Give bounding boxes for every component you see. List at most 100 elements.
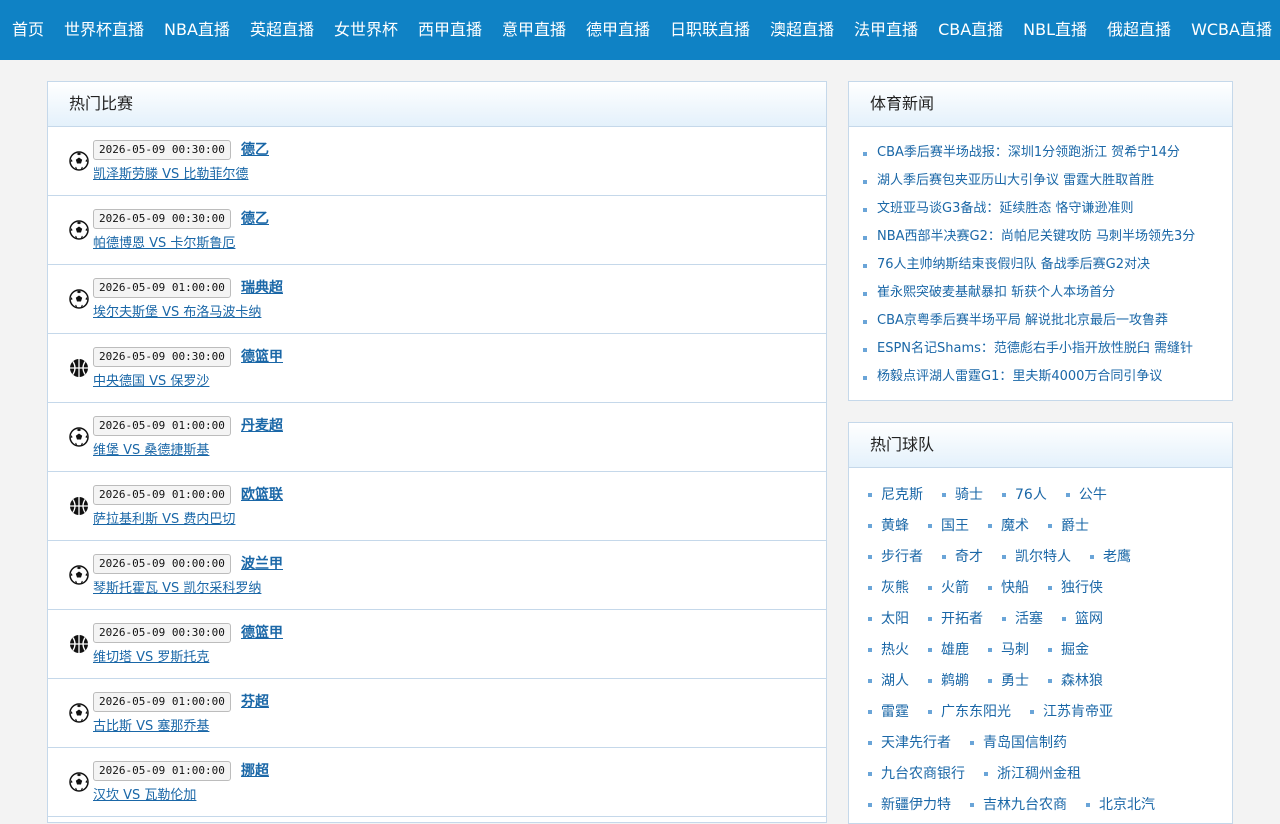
bullet-icon xyxy=(928,648,932,652)
news-link[interactable]: NBA西部半决赛G2：尚帕尼关键攻防 马刺半场领先3分 xyxy=(877,229,1195,244)
team-link[interactable]: 老鹰 xyxy=(1090,542,1131,573)
match-teams-link[interactable]: 古比斯 VS 塞那乔基 xyxy=(93,715,209,734)
league-link[interactable]: 德乙 xyxy=(241,139,269,159)
team-link[interactable]: 公牛 xyxy=(1065,480,1107,511)
team-name: 马刺 xyxy=(1001,642,1029,658)
team-link[interactable]: 活塞 xyxy=(1002,604,1043,635)
team-link[interactable]: 黄蜂 xyxy=(868,511,909,542)
match-teams-link[interactable]: 萨拉基利斯 VS 费内巴切 xyxy=(93,508,235,527)
league-link[interactable]: 欧篮联 xyxy=(241,484,283,504)
nav-link[interactable]: 澳超直播 xyxy=(770,0,834,60)
team-link[interactable]: 马刺 xyxy=(988,635,1029,666)
bullet-icon xyxy=(1048,648,1052,652)
team-link[interactable]: 雷霆 xyxy=(868,697,909,728)
match-time: 2026-05-09 01:00:00 xyxy=(93,761,231,781)
league-link[interactable]: 瑞典超 xyxy=(241,277,283,297)
match-teams-link[interactable]: 帕德博恩 VS 卡尔斯鲁厄 xyxy=(93,232,235,251)
team-link[interactable]: 太阳 xyxy=(868,604,909,635)
team-link[interactable]: 森林狼 xyxy=(1048,666,1103,697)
team-link[interactable]: 奇才 xyxy=(942,542,983,573)
team-link[interactable]: 步行者 xyxy=(868,542,923,573)
team-link[interactable]: 爵士 xyxy=(1048,511,1089,542)
nav-link[interactable]: 首页 xyxy=(12,0,44,60)
team-name: 新疆伊力特 xyxy=(881,797,951,813)
team-link[interactable]: 快船 xyxy=(988,573,1029,604)
nav-link[interactable]: 法甲直播 xyxy=(854,0,918,60)
nav-link[interactable]: 女世界杯 xyxy=(334,0,398,60)
match-teams-link[interactable]: 维堡 VS 桑德捷斯基 xyxy=(93,439,209,458)
match-teams-link[interactable]: 汉坎 VS 瓦勒伦加 xyxy=(93,784,196,803)
league-link[interactable]: 波兰甲 xyxy=(241,553,283,573)
team-link[interactable]: 凯尔特人 xyxy=(1002,542,1071,573)
league-link[interactable]: 丹麦超 xyxy=(241,415,283,435)
team-name: 快船 xyxy=(1001,580,1029,596)
team-name: 灰熊 xyxy=(881,580,909,596)
news-link[interactable]: 湖人季后赛包夹亚历山大引争议 雷霆大胜取首胜 xyxy=(877,173,1154,188)
news-item: 文班亚马谈G3备战：延续胜态 恪守谦逊准则 xyxy=(849,195,1232,223)
team-link[interactable]: 雄鹿 xyxy=(928,635,969,666)
team-name: 九台农商银行 xyxy=(881,766,965,782)
soccer-ball-icon xyxy=(69,703,89,723)
news-link[interactable]: 76人主帅纳斯结束丧假归队 备战季后赛G2对决 xyxy=(877,257,1150,272)
bullet-icon xyxy=(863,208,867,212)
team-link[interactable]: 九台农商银行 xyxy=(868,759,965,790)
team-name: 浙江稠州金租 xyxy=(997,766,1081,782)
nav-link[interactable]: 俄超直播 xyxy=(1107,0,1171,60)
bullet-icon xyxy=(988,679,992,683)
nav-link[interactable]: NBA直播 xyxy=(164,0,230,60)
league-link[interactable]: 德篮甲 xyxy=(241,622,283,642)
team-link[interactable]: 天津先行者 xyxy=(868,728,951,759)
match-teams-link[interactable]: 埃尔夫斯堡 VS 布洛马波卡纳 xyxy=(93,301,261,320)
nav-link[interactable]: 意甲直播 xyxy=(502,0,566,60)
team-link[interactable]: 掘金 xyxy=(1048,635,1089,666)
team-link[interactable]: 江苏肯帝亚 xyxy=(1030,697,1113,728)
match-teams-link[interactable]: 琴斯托霍瓦 VS 凯尔采科罗纳 xyxy=(93,577,261,596)
team-link[interactable]: 湖人 xyxy=(868,666,909,697)
nav-link[interactable]: NBL直播 xyxy=(1023,0,1087,60)
news-link[interactable]: 崔永熙突破麦基献暴扣 斩获个人本场首分 xyxy=(877,285,1115,300)
team-link[interactable]: 勇士 xyxy=(988,666,1029,697)
team-link[interactable]: 国王 xyxy=(928,511,969,542)
team-link[interactable]: 灰熊 xyxy=(868,573,909,604)
league-link[interactable]: 德篮甲 xyxy=(241,346,283,366)
team-link[interactable]: 骑士 xyxy=(942,480,983,511)
match-teams-link[interactable]: 凯泽斯劳滕 VS 比勒菲尔德 xyxy=(93,163,248,182)
news-link[interactable]: ESPN名记Shams：范德彪右手小指开放性脱臼 需缝针 xyxy=(877,341,1193,356)
league-link[interactable]: 芬超 xyxy=(241,691,269,711)
team-link[interactable]: 吉林九台农商 xyxy=(970,790,1067,821)
bullet-icon xyxy=(928,617,932,621)
news-link[interactable]: 杨毅点评湖人雷霆G1：里夫斯4000万合同引争议 xyxy=(877,369,1162,384)
team-link[interactable]: 青岛国信制药 xyxy=(970,728,1067,759)
league-link[interactable]: 挪超 xyxy=(241,760,269,780)
team-name: 吉林九台农商 xyxy=(983,797,1067,813)
nav-link[interactable]: WCBA直播 xyxy=(1191,0,1272,60)
team-link[interactable]: 开拓者 xyxy=(928,604,983,635)
nav-link[interactable]: 世界杯直播 xyxy=(64,0,144,60)
news-item: 杨毅点评湖人雷霆G1：里夫斯4000万合同引争议 xyxy=(849,363,1232,391)
team-link[interactable]: 热火 xyxy=(868,635,909,666)
team-link[interactable]: 独行侠 xyxy=(1048,573,1103,604)
nav-link[interactable]: 西甲直播 xyxy=(418,0,482,60)
nav-link[interactable]: 英超直播 xyxy=(250,0,314,60)
team-row: 太阳 开拓者 活塞 篮网 xyxy=(849,604,1232,635)
news-link[interactable]: CBA季后赛半场战报：深圳1分领跑浙江 贺希宁14分 xyxy=(877,145,1180,160)
news-item: CBA季后赛半场战报：深圳1分领跑浙江 贺希宁14分 xyxy=(849,139,1232,167)
news-link[interactable]: CBA京粤季后赛半场平局 解说批北京最后一攻鲁莽 xyxy=(877,313,1168,328)
match-teams-link[interactable]: 中央德国 VS 保罗沙 xyxy=(93,370,209,389)
news-link[interactable]: 文班亚马谈G3备战：延续胜态 恪守谦逊准则 xyxy=(877,201,1133,216)
team-link[interactable]: 火箭 xyxy=(928,573,969,604)
team-link[interactable]: 新疆伊力特 xyxy=(868,790,951,821)
nav-link[interactable]: 德甲直播 xyxy=(586,0,650,60)
team-link[interactable]: 篮网 xyxy=(1062,604,1103,635)
team-link[interactable]: 浙江稠州金租 xyxy=(984,759,1081,790)
team-link[interactable]: 76人 xyxy=(1002,480,1047,511)
nav-link[interactable]: CBA直播 xyxy=(938,0,1003,60)
match-teams-link[interactable]: 维切塔 VS 罗斯托克 xyxy=(93,646,209,665)
nav-link[interactable]: 日职联直播 xyxy=(670,0,750,60)
team-link[interactable]: 鹈鹕 xyxy=(928,666,969,697)
team-link[interactable]: 尼克斯 xyxy=(868,480,923,511)
team-link[interactable]: 广东东阳光 xyxy=(928,697,1011,728)
league-link[interactable]: 德乙 xyxy=(241,208,269,228)
team-link[interactable]: 北京北汽 xyxy=(1086,790,1155,821)
team-link[interactable]: 魔术 xyxy=(988,511,1029,542)
